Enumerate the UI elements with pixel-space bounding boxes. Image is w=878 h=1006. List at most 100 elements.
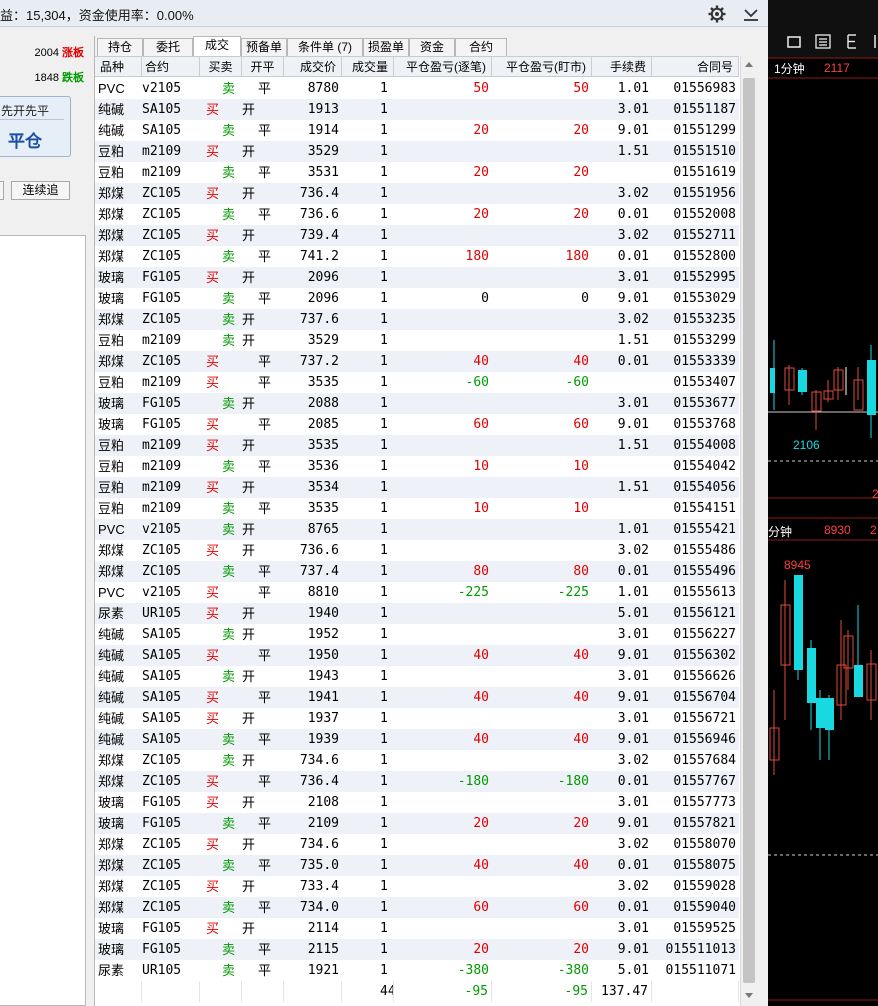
cell-side: 卖 bbox=[222, 291, 236, 306]
gear-icon[interactable] bbox=[707, 4, 727, 24]
table-row[interactable]: 郑煤 ZC105 买 开 739.4 1 3.02 01552711 bbox=[95, 225, 739, 246]
cell-fee: 3.01 bbox=[617, 102, 649, 117]
column-header-side[interactable]: 买卖 bbox=[200, 57, 242, 77]
table-row[interactable]: 豆粕 m2109 卖 平 3535 1 10 10 01554151 bbox=[95, 498, 739, 519]
table-row[interactable]: 郑煤 ZC105 卖 平 736.6 1 20 20 0.01 01552008 bbox=[95, 204, 739, 225]
cell-contract: UR105 bbox=[142, 606, 182, 621]
table-row[interactable]: 郑煤 ZC105 买 开 736.6 1 3.02 01555486 bbox=[95, 540, 739, 561]
tab-4[interactable]: 条件单 (7) bbox=[287, 38, 363, 56]
table-row[interactable]: 玻璃 FG105 买 开 2108 1 3.01 01557773 bbox=[95, 792, 739, 813]
cell-volume: 1 bbox=[380, 690, 388, 705]
table-row[interactable]: 豆粕 m2109 买 开 3534 1 1.51 01554056 bbox=[95, 477, 739, 498]
table-row[interactable]: 玻璃 FG105 卖 平 2115 1 20 20 9.01 015511013 bbox=[95, 939, 739, 960]
scroll-thumb[interactable] bbox=[743, 78, 755, 983]
table-row[interactable]: 纯碱 SA105 卖开 1952 1 3.01 01556227 bbox=[95, 624, 739, 645]
cell-side: 买 bbox=[206, 480, 220, 495]
column-header-fee[interactable]: 手续费 bbox=[592, 57, 652, 77]
table-row[interactable]: 尿素 UR105 买 开 1940 1 5.01 01556121 bbox=[95, 603, 739, 624]
table-row[interactable]: 玻璃 FG105 买 平 2085 1 60 60 9.01 01553768 bbox=[95, 414, 739, 435]
table-row[interactable]: 豆粕 m2109 买 开 3529 1 1.51 01551510 bbox=[95, 141, 739, 162]
cell-variety: 豆粕 bbox=[98, 165, 125, 180]
cell-volume: 1 bbox=[380, 249, 388, 264]
cell-side: 卖 bbox=[222, 564, 236, 579]
cell-side: 卖 bbox=[222, 669, 236, 684]
table-row[interactable]: 豆粕 m2109 卖开 3529 1 1.51 01553299 bbox=[95, 330, 739, 351]
vertical-scrollbar[interactable] bbox=[740, 56, 757, 1006]
lower-period-label[interactable]: 分钟 bbox=[768, 523, 792, 540]
tab-6[interactable]: 资金 bbox=[409, 38, 455, 56]
table-row[interactable]: 郑煤 ZC105 买 开 733.4 1 3.02 01559028 bbox=[95, 876, 739, 897]
table-row[interactable]: 纯碱 SA105 买 平 1950 1 40 40 9.01 01556302 bbox=[95, 645, 739, 666]
table-row[interactable]: 玻璃 FG105 卖开 2088 1 3.01 01553677 bbox=[95, 393, 739, 414]
cell-variety: PVC bbox=[98, 81, 125, 96]
table-row[interactable]: 纯碱 SA105 买 开 1913 1 3.01 01551187 bbox=[95, 99, 739, 120]
cell-volume: 1 bbox=[380, 543, 388, 558]
cell-contract: m2109 bbox=[142, 144, 182, 159]
edit-icon[interactable] bbox=[847, 34, 856, 49]
cell-volume: 1 bbox=[380, 396, 388, 411]
table-row[interactable]: 纯碱 SA105 卖 平 1914 1 20 20 9.01 01551299 bbox=[95, 120, 739, 141]
tab-1[interactable]: 委托 bbox=[143, 38, 193, 56]
kline-chart-area[interactable]: 1分钟 2117 2106 2 分钟 8930 2 8945 bbox=[768, 0, 878, 1006]
column-header-contract-no[interactable]: 合同号 bbox=[652, 57, 739, 77]
table-row[interactable]: 豆粕 m2109 买 平 3535 1 -60 -60 01553407 bbox=[95, 372, 739, 393]
column-header-price[interactable]: 成交价 bbox=[284, 57, 342, 77]
column-header-pnl-mtm[interactable]: 平仓盈亏(盯市) bbox=[492, 57, 592, 77]
table-row[interactable]: PVC v2105 卖 平 8780 1 50 50 1.01 01556983 bbox=[95, 78, 739, 99]
cell-contract-no: 015511013 bbox=[665, 942, 736, 957]
cell-pnl-mtm bbox=[492, 918, 592, 939]
column-header-volume[interactable]: 成交量 bbox=[342, 57, 394, 77]
cell-offset: 平 bbox=[258, 690, 272, 705]
cell-side: 买 bbox=[206, 921, 220, 936]
table-row[interactable]: 纯碱 SA105 卖 平 1939 1 40 40 9.01 01556946 bbox=[95, 729, 739, 750]
tab-7[interactable]: 合约 bbox=[455, 38, 507, 56]
column-header-variety[interactable]: 品种 bbox=[97, 57, 142, 77]
cell-side: 卖 bbox=[222, 207, 236, 222]
table-row[interactable]: 豆粕 m2109 买 开 3535 1 1.51 01554008 bbox=[95, 435, 739, 456]
column-header-contract[interactable]: 合约 bbox=[142, 57, 200, 77]
table-row[interactable]: 纯碱 SA105 买 开 1937 1 3.01 01556721 bbox=[95, 708, 739, 729]
upper-period-label[interactable]: 1分钟 bbox=[774, 60, 805, 77]
column-header-pnl-each[interactable]: 平仓盈亏(逐笔) bbox=[394, 57, 492, 77]
table-row[interactable]: 纯碱 SA105 买 平 1941 1 40 40 9.01 01556704 bbox=[95, 687, 739, 708]
table-row[interactable]: 玻璃 FG105 买 开 2114 1 3.01 01559525 bbox=[95, 918, 739, 939]
table-row[interactable]: PVC v2105 买 平 8810 1 -225 -225 1.01 01555613 bbox=[95, 582, 739, 603]
chase-order-button[interactable]: 连续追 bbox=[11, 181, 70, 200]
chevron-down-icon[interactable] bbox=[741, 4, 761, 24]
table-row[interactable]: 玻璃 FG105 买 开 2096 1 3.01 01552995 bbox=[95, 267, 739, 288]
cell-contract: m2109 bbox=[142, 438, 182, 453]
table-row[interactable]: 郑煤 ZC105 卖 平 735.0 1 40 40 0.01 01558075 bbox=[95, 855, 739, 876]
table-row[interactable]: 玻璃 FG105 卖 平 2096 1 0 0 9.01 01553029 bbox=[95, 288, 739, 309]
table-row[interactable]: 郑煤 ZC105 买 开 734.6 1 3.02 01558070 bbox=[95, 834, 739, 855]
table-row[interactable]: 郑煤 ZC105 买 开 736.4 1 3.02 01551956 bbox=[95, 183, 739, 204]
table-row[interactable]: 郑煤 ZC105 买 平 736.4 1 -180 -180 0.01 01557767 bbox=[95, 771, 739, 792]
square-icon[interactable] bbox=[787, 36, 801, 48]
table-row[interactable]: 豆粕 m2109 卖 平 3536 1 10 10 01554042 bbox=[95, 456, 739, 477]
table-row[interactable]: 郑煤 ZC105 卖开 737.6 1 3.02 01553235 bbox=[95, 309, 739, 330]
table-row[interactable]: 郑煤 ZC105 卖 平 734.0 1 60 60 0.01 01559040 bbox=[95, 897, 739, 918]
table-row[interactable]: 玻璃 FG105 卖 平 2109 1 20 20 9.01 01557821 bbox=[95, 813, 739, 834]
cell-fee: 9.01 bbox=[617, 417, 649, 432]
cell-contract: ZC105 bbox=[142, 837, 182, 852]
cell-variety: 郑煤 bbox=[98, 858, 125, 873]
table-row[interactable]: 郑煤 ZC105 卖 平 741.2 1 180 180 0.01 01552800 bbox=[95, 246, 739, 267]
table-row[interactable]: 郑煤 ZC105 卖开 734.6 1 3.02 01557684 bbox=[95, 750, 739, 771]
tab-2[interactable]: 成交 bbox=[193, 36, 241, 56]
table-row[interactable]: 纯碱 SA105 卖开 1943 1 3.01 01556626 bbox=[95, 666, 739, 687]
scroll-up-arrow-icon[interactable] bbox=[745, 62, 753, 67]
close-position-button[interactable]: 先开先平 平仓 bbox=[0, 96, 71, 157]
tab-3[interactable]: 预备单 bbox=[241, 38, 287, 56]
upper-price-label: 2117 bbox=[824, 61, 850, 75]
column-header-offset[interactable]: 开平 bbox=[242, 57, 284, 77]
table-row[interactable]: 豆粕 m2109 卖 平 3531 1 20 20 01551619 bbox=[95, 162, 739, 183]
tab-5[interactable]: 损盈单 bbox=[363, 38, 409, 56]
table-row[interactable]: 郑煤 ZC105 卖 平 737.4 1 80 80 0.01 01555496 bbox=[95, 561, 739, 582]
list-icon[interactable] bbox=[815, 34, 831, 49]
scroll-down-arrow-icon[interactable] bbox=[745, 993, 753, 998]
table-row[interactable]: 郑煤 ZC105 买 平 737.2 1 40 40 0.01 01553339 bbox=[95, 351, 739, 372]
table-row[interactable]: PVC v2105 卖开 8765 1 1.01 01555421 bbox=[95, 519, 739, 540]
table-row[interactable]: 尿素 UR105 卖 平 1921 1 -380 -380 5.01 015511071 bbox=[95, 960, 739, 981]
tab-0[interactable]: 持仓 bbox=[97, 38, 143, 56]
left-hidden-button[interactable] bbox=[0, 181, 4, 200]
cell-variety: 郑煤 bbox=[98, 207, 125, 222]
